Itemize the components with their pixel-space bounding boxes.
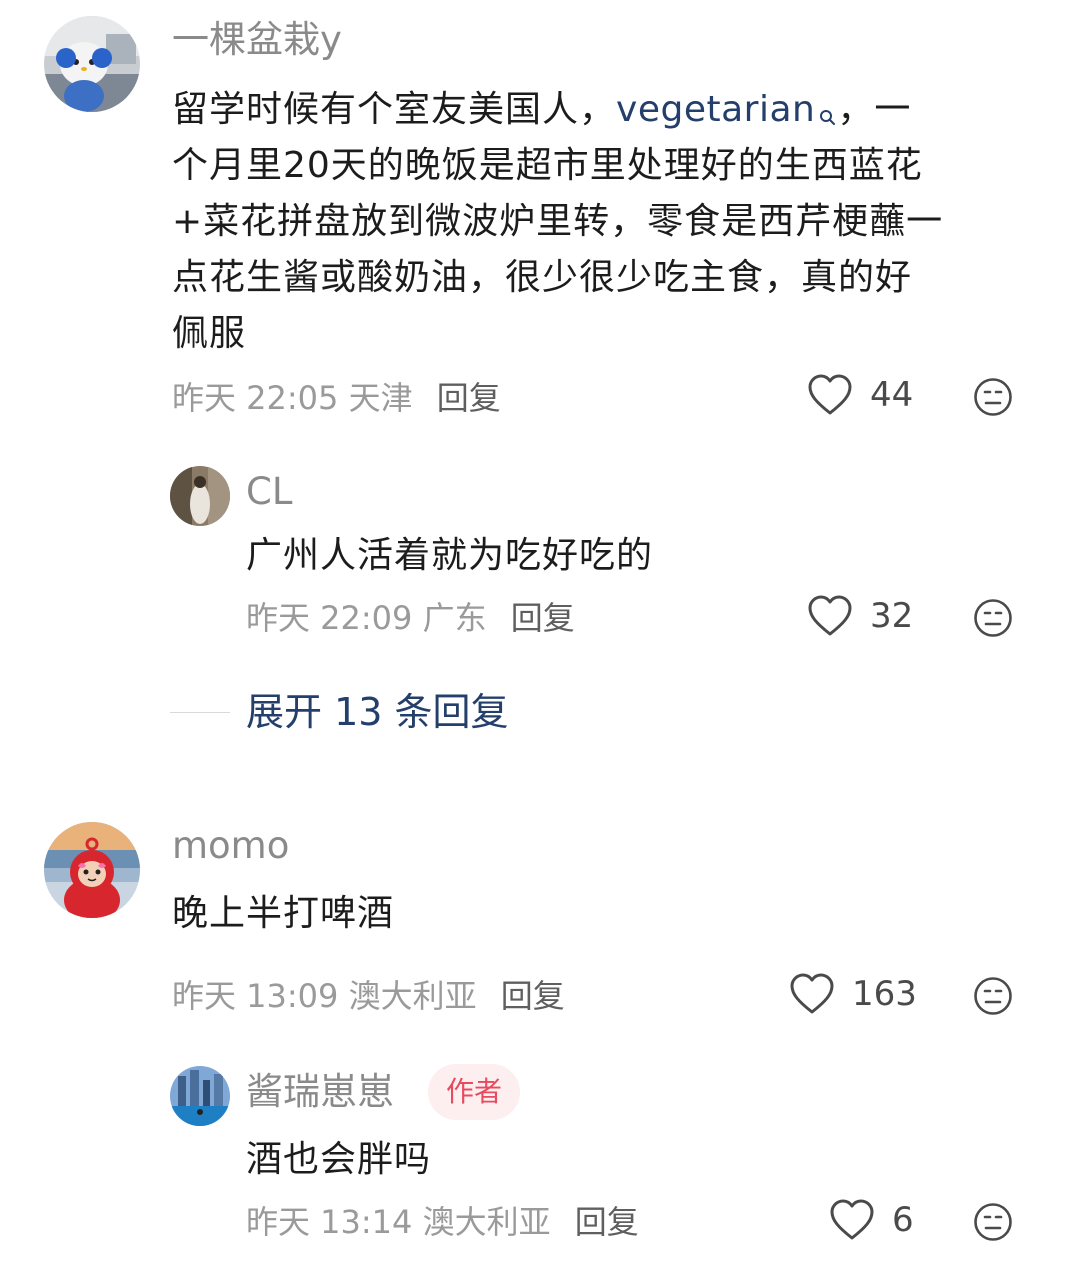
reply-button[interactable]: 回复	[575, 1203, 639, 1241]
reply-button[interactable]: 回复	[511, 599, 575, 637]
heart-outline-icon	[808, 595, 852, 636]
dislike-button[interactable]	[973, 976, 1013, 1020]
meh-face-icon	[974, 977, 1012, 1015]
reply-button[interactable]: 回复	[501, 977, 565, 1015]
comment-text-line: 点花生酱或酸奶油，很少很少吃主食，真的好	[172, 257, 913, 298]
comment-time: 昨天 22:05	[172, 379, 339, 417]
heart-outline-icon	[790, 973, 834, 1014]
like-button[interactable]: 163	[790, 973, 917, 1015]
dislike-button[interactable]	[973, 377, 1013, 421]
like-count: 44	[870, 375, 914, 415]
expand-divider	[170, 712, 230, 713]
like-count: 163	[852, 974, 917, 1014]
comment-meta: 昨天 13:09 澳大利亚 回复	[172, 976, 565, 1016]
like-button[interactable]: 44	[808, 374, 913, 416]
reply-meta: 昨天 22:09 广东 回复	[246, 598, 575, 638]
meh-face-icon	[974, 1203, 1012, 1241]
reply-location: 广东	[422, 599, 487, 637]
expand-replies-button[interactable]: 展开 13 条回复	[246, 688, 509, 736]
comment-text-line: +菜花拼盘放到微波炉里转，零食是西芹梗蘸一	[172, 201, 944, 242]
comment-text-segment: 留学时候有个室友美国人，	[172, 89, 617, 130]
author-badge: 作者	[428, 1064, 521, 1120]
comment-username[interactable]: 一棵盆栽y	[172, 18, 342, 62]
reply-username[interactable]: CL	[246, 470, 292, 514]
comment-text-line: 个月里20天的晚饭是超市里处理好的生西蓝花	[172, 145, 923, 186]
reply-button[interactable]: 回复	[437, 379, 501, 417]
comment-time: 昨天 13:09	[172, 977, 339, 1015]
heart-outline-icon	[830, 1199, 874, 1240]
like-button[interactable]: 6	[830, 1199, 914, 1241]
dislike-button[interactable]	[973, 598, 1013, 642]
reply-meta: 昨天 13:14 澳大利亚 回复	[246, 1202, 639, 1242]
reply-text: 广州人活着就为吃好吃的	[246, 535, 654, 576]
meh-face-icon	[974, 599, 1012, 637]
avatar[interactable]	[170, 466, 230, 526]
heart-outline-icon	[808, 374, 852, 415]
comment-text-segment: ，一	[837, 89, 912, 130]
like-count: 6	[892, 1200, 914, 1240]
dislike-button[interactable]	[973, 1202, 1013, 1246]
like-button[interactable]: 32	[808, 595, 913, 637]
reply-location: 澳大利亚	[422, 1203, 551, 1241]
meh-face-icon	[974, 378, 1012, 416]
avatar[interactable]	[44, 16, 140, 112]
avatar[interactable]	[44, 822, 140, 918]
search-mini-icon[interactable]	[819, 88, 837, 144]
reply-username[interactable]: 酱瑞崽崽	[246, 1070, 394, 1114]
comment-text: 晚上半打啤酒	[172, 893, 395, 934]
reply-time: 昨天 22:09	[246, 599, 413, 637]
like-count: 32	[870, 596, 914, 636]
comment-text-line: 佩服	[172, 313, 247, 354]
comment-location: 澳大利亚	[348, 977, 477, 1015]
comment-text: 留学时候有个室友美国人，vegetarian ，一	[172, 82, 911, 144]
comment-meta: 昨天 22:05 天津 回复	[172, 378, 501, 418]
keyword-search-link[interactable]: vegetarian	[616, 89, 815, 130]
reply-text: 酒也会胖吗	[246, 1139, 432, 1180]
avatar[interactable]	[170, 1066, 230, 1126]
comment-location: 天津	[348, 379, 413, 417]
comment-username[interactable]: momo	[172, 824, 289, 868]
reply-time: 昨天 13:14	[246, 1203, 413, 1241]
